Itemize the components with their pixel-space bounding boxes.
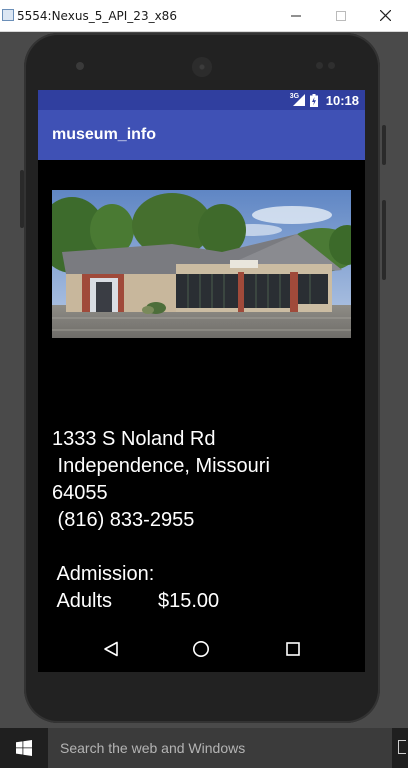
admission-heading: Admission: [52, 563, 155, 585]
close-icon [379, 10, 391, 21]
window-title-bar: 5554:Nexus_5_API_23_x86 [0, 0, 408, 32]
home-button[interactable] [189, 637, 213, 661]
back-triangle-icon [104, 641, 118, 657]
device-screen: 3G 10:18 museum_info 1333 S Noland Rd In… [38, 90, 365, 672]
address-street: 1333 S Noland Rd [52, 428, 216, 450]
phone-volume-button[interactable] [382, 200, 386, 280]
admission-category: Adults [52, 590, 113, 612]
earpiece-speaker [192, 57, 212, 77]
windows-logo-icon [16, 740, 32, 756]
app-window-icon [2, 9, 14, 21]
app-bar: museum_info [38, 110, 365, 160]
admission-row-adults: Adults $15.00 [52, 588, 362, 615]
taskbar-search-box[interactable]: Search the web and Windows [48, 728, 392, 768]
close-button[interactable] [362, 0, 408, 31]
maximize-icon [336, 10, 346, 21]
phone-power-button[interactable] [382, 125, 386, 165]
start-button[interactable] [0, 728, 48, 768]
maximize-button[interactable] [318, 0, 364, 31]
window-title: 5554:Nexus_5_API_23_x86 [17, 9, 177, 23]
battery-icon [309, 93, 318, 107]
address-zip: 64055 [52, 482, 108, 504]
recents-button[interactable] [281, 637, 305, 661]
navigation-bar [38, 626, 365, 672]
recents-square-icon [286, 642, 300, 656]
minimize-icon [291, 15, 301, 16]
home-circle-icon [193, 641, 209, 657]
signal-icon: 3G [290, 93, 305, 106]
taskbar-search-placeholder: Search the web and Windows [60, 740, 246, 756]
phone-number: (816) 833-2955 [52, 509, 195, 531]
taskbar: Search the web and Windows [0, 728, 408, 768]
taskbar-app-icon[interactable] [398, 740, 406, 754]
front-camera [76, 62, 84, 70]
status-icons: 3G 10:18 [290, 90, 359, 110]
proximity-sensor [316, 62, 323, 69]
light-sensor [328, 62, 335, 69]
museum-info: 1333 S Noland Rd Independence, Missouri … [52, 426, 362, 615]
admission-price: $15.00 [158, 590, 220, 612]
address-city-state: Independence, Missouri [52, 455, 270, 477]
minimize-button[interactable] [273, 0, 319, 31]
phone-side-button-left[interactable] [20, 170, 24, 228]
app-title: museum_info [52, 126, 157, 143]
museum-building-photo [52, 190, 351, 338]
status-time: 10:18 [325, 92, 359, 108]
back-button[interactable] [99, 637, 123, 661]
status-bar: 3G 10:18 [38, 90, 365, 110]
